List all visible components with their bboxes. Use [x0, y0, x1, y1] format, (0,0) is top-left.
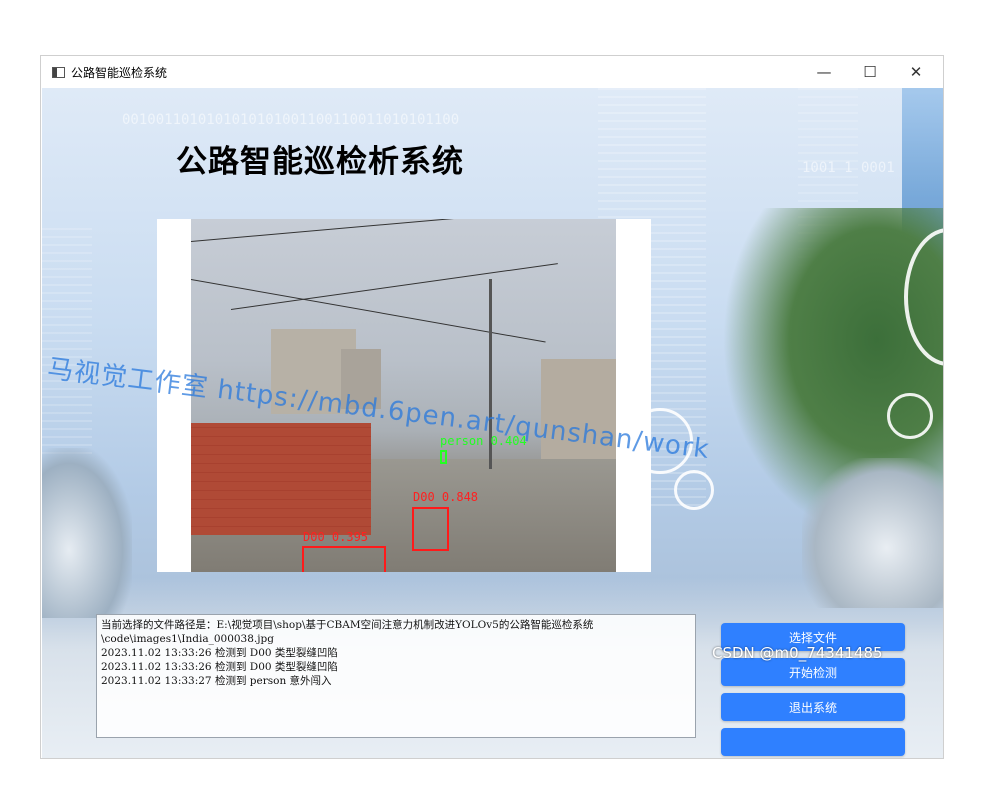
log-line: 当前选择的文件路径是：E:\视觉项目\shop\基于CBAM空间注意力机制改进Y… [101, 619, 594, 631]
decorative-binary: 1001 1 0001 [802, 160, 895, 176]
detection-label-d00: D00 0.848 [413, 490, 479, 504]
maximize-button[interactable]: ☐ [847, 56, 893, 88]
log-line: 2023.11.02 13:33:26 检测到 D00 类型裂缝凹陷 [101, 661, 338, 673]
page-title: 公路智能巡检析系统 [176, 144, 464, 180]
exit-system-button[interactable]: 退出系统 [721, 693, 905, 721]
detection-label-d00: D00 0.395 [303, 530, 369, 544]
log-line: 2023.11.02 13:33:27 检测到 person 意外闯入 [101, 675, 332, 687]
background-car [802, 458, 943, 608]
minimize-button[interactable]: — [801, 56, 847, 88]
log-line: 2023.11.02 13:33:26 检测到 D00 类型裂缝凹陷 [101, 647, 338, 659]
detection-box-d00 [412, 507, 449, 551]
detection-box-d00 [302, 546, 386, 572]
parking-icon [674, 470, 714, 510]
extra-button[interactable] [721, 728, 905, 756]
detection-box-person [440, 450, 447, 464]
log-line: \code\images1\India_000038.jpg [101, 633, 274, 645]
start-detect-button[interactable]: 开始检测 [721, 658, 905, 686]
window-title: 公路智能巡检系统 [71, 65, 168, 80]
photo-wire [191, 279, 546, 343]
photo-brick-wall [191, 423, 371, 535]
background-building [42, 228, 92, 458]
wifi-icon [887, 393, 933, 439]
credit-watermark: CSDN @m0_74341485 [712, 644, 883, 662]
background-car [42, 448, 132, 618]
close-button[interactable]: ✕ [893, 56, 939, 88]
photo-wire [191, 219, 490, 242]
title-bar[interactable]: 公路智能巡检系统 — ☐ ✕ [41, 56, 943, 88]
photo-wire [230, 263, 558, 310]
log-output[interactable]: 当前选择的文件路径是：E:\视觉项目\shop\基于CBAM空间注意力机制改进Y… [96, 614, 696, 738]
app-icon [52, 66, 65, 78]
decorative-binary: 0010011010101010101001100110011010101100 [122, 112, 460, 128]
